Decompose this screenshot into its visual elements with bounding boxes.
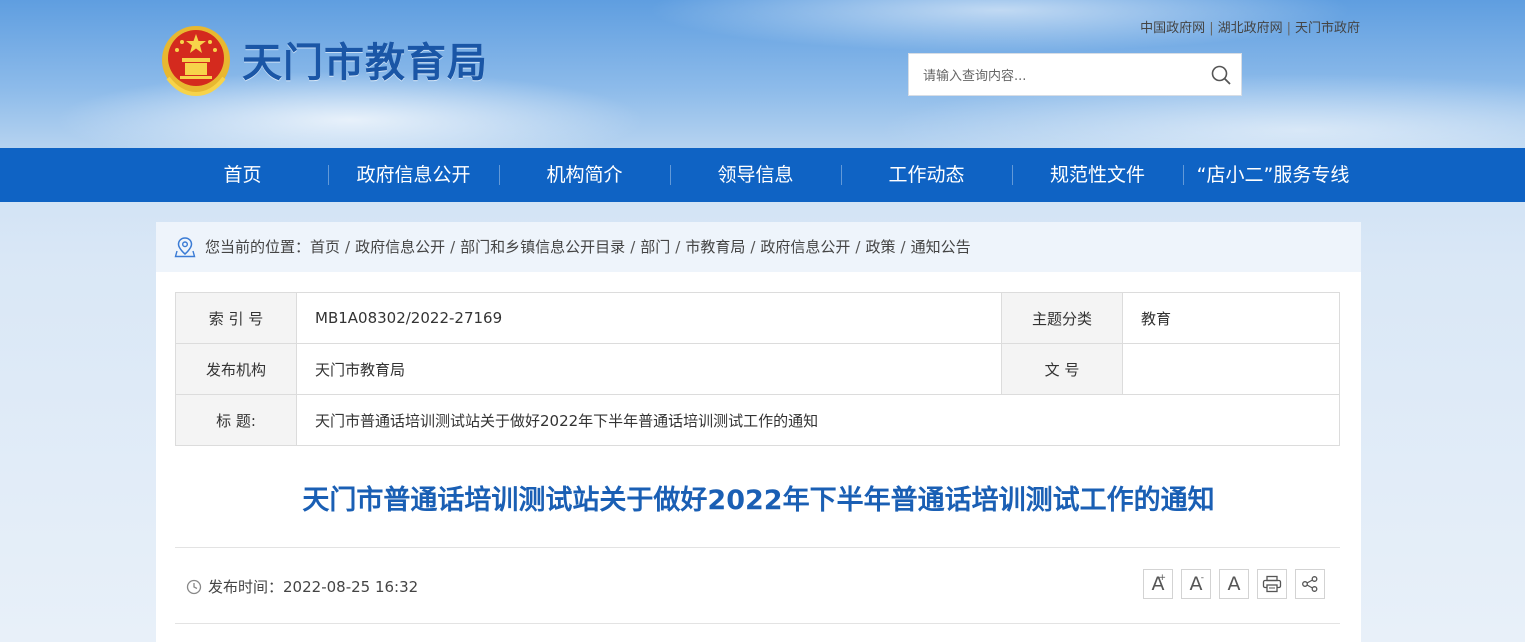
header: 天门市教育局 中国政府网 | 湖北政府网 | 天门市政府 bbox=[158, 0, 1362, 148]
search-box bbox=[908, 53, 1242, 96]
nav-item-org-intro[interactable]: 机构简介 bbox=[499, 148, 670, 202]
publisher-label: 发布机构 bbox=[175, 343, 297, 395]
breadcrumb-item[interactable]: 通知公告 bbox=[911, 238, 971, 256]
breadcrumb-item[interactable]: 首页 bbox=[310, 238, 340, 256]
national-emblem-icon bbox=[162, 26, 230, 97]
plus-mark: + bbox=[1158, 573, 1166, 583]
content-panel: 您当前的位置：首页 / 政府信息公开 / 部门和乡镇信息公开目录 / 部门 / 市教育局 / 政府信… bbox=[156, 222, 1361, 642]
share-button[interactable] bbox=[1295, 569, 1325, 599]
publish-info: 发布时间： 2022-08-25 16:32 bbox=[186, 576, 418, 597]
nav-item-leaders[interactable]: 领导信息 bbox=[670, 148, 841, 202]
nav-item-home[interactable]: 首页 bbox=[157, 148, 328, 202]
site-title: 天门市教育局 bbox=[242, 40, 488, 86]
top-link-tianmen-gov[interactable]: 天门市政府 bbox=[1295, 21, 1360, 36]
breadcrumb-separator: / bbox=[750, 238, 756, 256]
doc-number-value bbox=[1122, 343, 1340, 395]
minus-mark: - bbox=[1200, 573, 1204, 583]
publish-label: 发布时间： bbox=[208, 578, 284, 596]
search-input[interactable] bbox=[921, 64, 1195, 88]
breadcrumb-separator: / bbox=[345, 238, 351, 256]
topic-value: 教育 bbox=[1122, 292, 1340, 344]
breadcrumb-item[interactable]: 政府信息公开 bbox=[760, 238, 850, 256]
nav-item-gov-info[interactable]: 政府信息公开 bbox=[328, 148, 499, 202]
table-row: 标 题: 天门市普通话培训测试站关于做好2022年下半年普通话培训测试工作的通知 bbox=[175, 394, 1340, 446]
divider bbox=[175, 547, 1340, 548]
nav-item-service-line[interactable]: “店小二”服务专线 bbox=[1183, 148, 1363, 202]
breadcrumb-item[interactable]: 部门和乡镇信息公开目录 bbox=[460, 238, 625, 256]
breadcrumb-separator: / bbox=[900, 238, 906, 256]
breadcrumb-item[interactable]: 部门 bbox=[640, 238, 670, 256]
breadcrumb-separator: / bbox=[675, 238, 681, 256]
publish-time: 2022-08-25 16:32 bbox=[283, 577, 419, 596]
breadcrumb-prefix: 您当前的位置： bbox=[205, 238, 311, 256]
top-links-divider: | bbox=[1286, 21, 1291, 36]
article-tools: A + A- A bbox=[1143, 569, 1333, 599]
top-link-hubei-gov[interactable]: 湖北政府网 bbox=[1218, 21, 1283, 36]
index-label: 索 引 号 bbox=[175, 292, 297, 344]
table-row: 发布机构 天门市教育局 文 号 bbox=[175, 343, 1340, 395]
font-decrease-button[interactable]: A- bbox=[1181, 569, 1211, 599]
nav-item-normative-docs[interactable]: 规范性文件 bbox=[1012, 148, 1183, 202]
divider bbox=[175, 623, 1340, 624]
article-title: 天门市普通话培训测试站关于做好2022年下半年普通话培训测试工作的通知 bbox=[302, 485, 1215, 516]
print-icon bbox=[1262, 575, 1282, 593]
top-links: 中国政府网 | 湖北政府网 | 天门市政府 bbox=[1140, 17, 1360, 36]
breadcrumb-item[interactable]: 政府信息公开 bbox=[355, 238, 445, 256]
topic-label: 主题分类 bbox=[1001, 292, 1123, 344]
search-icon[interactable] bbox=[1209, 63, 1233, 87]
location-icon bbox=[174, 237, 196, 258]
publisher-value: 天门市教育局 bbox=[296, 343, 1002, 395]
share-icon bbox=[1302, 576, 1318, 592]
table-row: 索 引 号 MB1A08302/2022-27169 主题分类 教育 bbox=[175, 292, 1340, 344]
title-value: 天门市普通话培训测试站关于做好2022年下半年普通话培训测试工作的通知 bbox=[296, 394, 1340, 446]
index-value: MB1A08302/2022-27169 bbox=[296, 292, 1002, 344]
main-nav: 首页 政府信息公开 机构简介 领导信息 工作动态 规范性文件 “店小二”服务专线 bbox=[0, 148, 1525, 202]
print-button[interactable] bbox=[1257, 569, 1287, 599]
breadcrumb-separator: / bbox=[855, 238, 861, 256]
font-reset-label: A bbox=[1227, 573, 1241, 595]
doc-number-label: 文 号 bbox=[1001, 343, 1123, 395]
breadcrumb-item[interactable]: 政策 bbox=[865, 238, 895, 256]
font-increase-button[interactable]: A + bbox=[1143, 569, 1173, 599]
nav-item-work-news[interactable]: 工作动态 bbox=[841, 148, 1012, 202]
metadata-table: 索 引 号 MB1A08302/2022-27169 主题分类 教育 发布机构 … bbox=[175, 292, 1340, 446]
top-links-divider: | bbox=[1209, 21, 1214, 36]
breadcrumb: 您当前的位置：首页 / 政府信息公开 / 部门和乡镇信息公开目录 / 部门 / 市教育局 / 政府信… bbox=[156, 222, 1361, 272]
font-reset-button[interactable]: A bbox=[1219, 569, 1249, 599]
clock-icon bbox=[186, 579, 202, 594]
breadcrumb-separator: / bbox=[630, 238, 636, 256]
title-label: 标 题: bbox=[175, 394, 297, 446]
top-link-china-gov[interactable]: 中国政府网 bbox=[1140, 21, 1205, 36]
breadcrumb-separator: / bbox=[450, 238, 456, 256]
breadcrumb-item[interactable]: 市教育局 bbox=[685, 238, 745, 256]
